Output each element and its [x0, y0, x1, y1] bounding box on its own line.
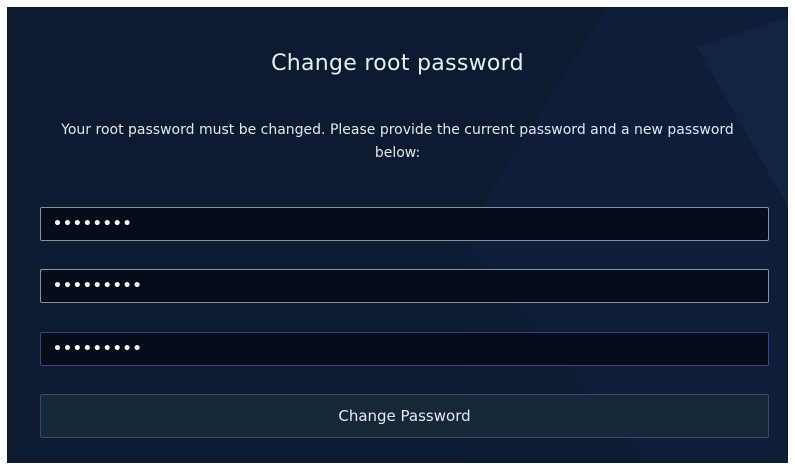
- confirm-password-field[interactable]: [40, 332, 769, 366]
- instructions-text: Your root password must be changed. Plea…: [61, 122, 734, 161]
- current-password-field[interactable]: [40, 207, 769, 241]
- new-password-field[interactable]: [40, 269, 769, 303]
- change-password-button[interactable]: Change Password: [40, 394, 769, 438]
- dialog-title: Change root password: [271, 51, 524, 76]
- change-password-panel: Change root password Your root password …: [7, 7, 788, 463]
